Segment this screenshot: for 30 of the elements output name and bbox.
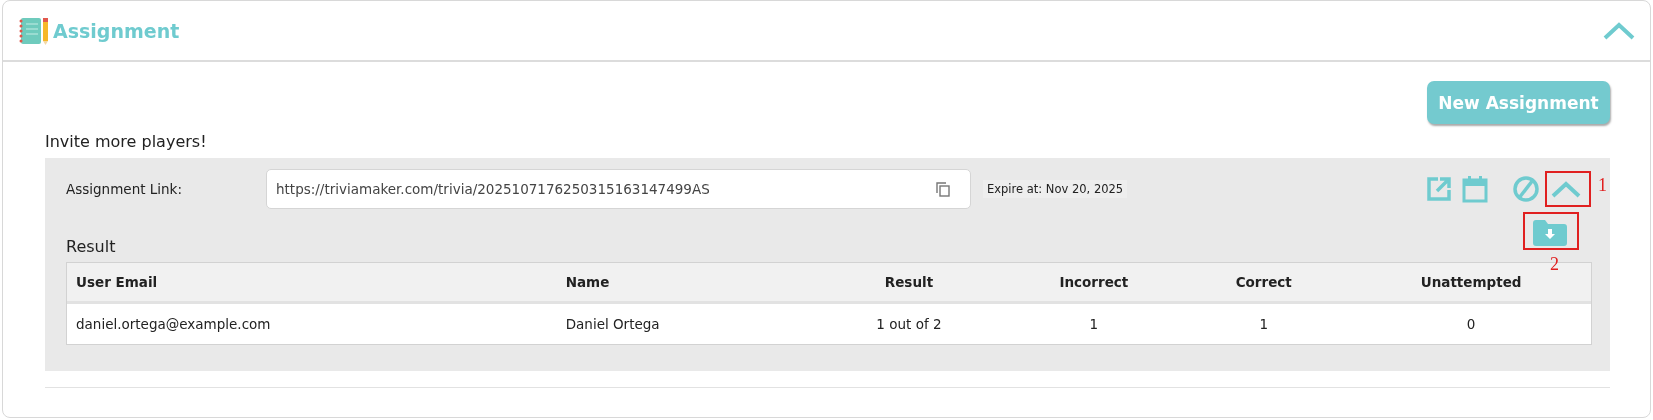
table-cell-text: daniel.ortega@example.com — [75, 316, 272, 332]
external-link-icon[interactable] — [1426, 176, 1452, 202]
calendar-icon[interactable] — [1462, 175, 1488, 203]
table-cell-text: Daniel Ortega — [564, 316, 661, 332]
expiry-text: Expire at: Nov 20, 2025 — [983, 180, 1128, 198]
result-heading: Result — [66, 237, 116, 256]
annotation-number: 2 — [1550, 253, 1559, 275]
link-field[interactable]: https://triviamaker.com/trivia/2025107176250315163147499AS — [266, 169, 971, 209]
link-label: Assignment Link: — [66, 181, 183, 197]
table-cell-text: 1 — [1258, 316, 1269, 332]
table-cell-text: 1 — [1088, 316, 1100, 332]
column-header: Incorrect — [1058, 274, 1130, 290]
collapse-icon[interactable] — [1602, 20, 1636, 41]
invite-heading: Invite more players! — [45, 132, 208, 153]
disable-icon[interactable] — [1512, 175, 1540, 203]
table-cell-text: 1 out of 2 — [875, 316, 943, 332]
annotation-box — [1523, 211, 1579, 250]
table-cell-text: 0 — [1465, 316, 1477, 332]
column-header: Correct — [1234, 274, 1293, 290]
section-title: Assignment — [53, 19, 180, 42]
copy-icon[interactable] — [936, 181, 950, 197]
annotation-box — [1545, 171, 1591, 207]
column-header: User Email — [75, 274, 159, 290]
collapse-icon[interactable] — [1550, 179, 1582, 199]
column-header: Unattempted — [1419, 274, 1523, 290]
annotation-number: 1 — [1598, 175, 1607, 196]
notebook-icon — [19, 16, 49, 45]
column-header: Name — [564, 274, 611, 290]
column-header: Result — [883, 274, 935, 290]
folder-download-icon[interactable] — [1533, 219, 1567, 246]
